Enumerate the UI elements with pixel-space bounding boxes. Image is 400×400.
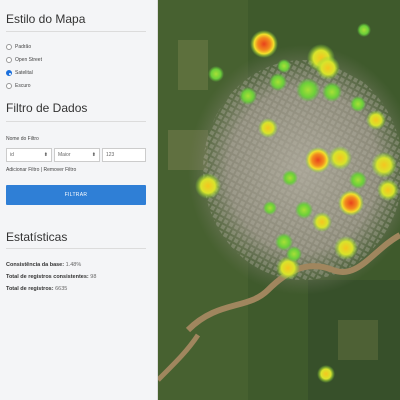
heat-spot: [258, 118, 278, 138]
link-separator: |: [40, 167, 43, 173]
divider: [6, 121, 146, 122]
heat-spot: [349, 171, 367, 189]
map-field-patch: [178, 40, 208, 90]
divider: [6, 31, 146, 32]
heat-spot: [371, 152, 397, 178]
map-style-title: Estilo do Mapa: [6, 12, 86, 26]
add-filter-link[interactable]: Adicionar Filtro: [6, 167, 39, 173]
heat-spot: [316, 56, 340, 80]
heat-spot: [296, 78, 320, 102]
radio-option-satelital[interactable]: Satelital: [6, 70, 33, 76]
divider: [6, 248, 146, 249]
heat-spot: [334, 236, 358, 260]
heat-spot: [269, 73, 287, 91]
field-select-value: id: [10, 152, 14, 158]
heat-spot: [350, 96, 366, 112]
radio-label: Escuro: [15, 83, 31, 89]
stat-value: 6635: [55, 286, 68, 292]
stats-title: Estatísticas: [6, 230, 68, 244]
stat-consistent-records: Total de registros consistentes: 98: [6, 274, 96, 280]
heat-spot: [312, 212, 332, 232]
value-input[interactable]: 123: [102, 148, 146, 162]
heat-spot: [208, 66, 224, 82]
heat-spot: [377, 179, 399, 201]
heat-spot: [282, 170, 298, 186]
radio-option-escuro[interactable]: Escuro: [6, 83, 31, 89]
radio-label: Padrão: [15, 44, 32, 50]
heat-spot: [239, 87, 257, 105]
heat-spot: [357, 23, 371, 37]
heat-spot: [322, 82, 342, 102]
radio-label: Satelital: [15, 70, 33, 76]
heat-spot: [277, 59, 291, 73]
heat-spot: [263, 201, 277, 215]
value-input-text: 123: [106, 152, 115, 158]
radio-label: Open Street: [15, 57, 42, 63]
radio-button[interactable]: [6, 83, 12, 89]
heat-spot: [286, 246, 302, 262]
radio-option-open-street[interactable]: Open Street: [6, 57, 42, 63]
heat-spot: [328, 146, 352, 170]
heat-spot: [295, 201, 313, 219]
remove-filter-link[interactable]: Remover Filtro: [43, 167, 76, 173]
map-field-patch: [338, 320, 378, 360]
stat-consistency: Consistência da base: 1.48%: [6, 262, 81, 268]
operator-select[interactable]: Maior ⬍: [54, 148, 100, 162]
chevron-down-icon: ⬍: [43, 152, 48, 158]
heat-spot: [250, 30, 278, 58]
chevron-down-icon: ⬍: [91, 152, 96, 158]
satellite-heatmap[interactable]: [158, 0, 400, 400]
stat-value: 98: [90, 274, 97, 280]
radio-button[interactable]: [6, 57, 12, 63]
heat-spot: [317, 365, 335, 383]
filter-button[interactable]: FILTRAR: [6, 185, 146, 205]
filter-links: Adicionar Filtro | Remover Filtro: [6, 167, 76, 173]
radio-button[interactable]: [6, 44, 12, 50]
sidebar-panel: Estilo do Mapa Padrão Open Street Sateli…: [0, 0, 158, 400]
map-canvas[interactable]: [158, 0, 400, 400]
heat-spot: [305, 147, 331, 173]
radio-option-padrao[interactable]: Padrão: [6, 44, 31, 50]
filter-name-label: Nome do Filtro: [6, 136, 39, 142]
stat-label: Total de registros consistentes:: [6, 274, 89, 280]
stat-value: 1.48%: [65, 262, 82, 268]
filter-title: Filtro de Dados: [6, 101, 88, 115]
field-select[interactable]: id ⬍: [6, 148, 52, 162]
heat-spot: [366, 110, 386, 130]
heat-spot: [338, 190, 364, 216]
heat-spot: [195, 173, 221, 199]
stat-label: Consistência da base:: [6, 262, 65, 268]
operator-select-value: Maior: [58, 152, 71, 158]
stat-total-records: Total de registros: 6635: [6, 286, 67, 292]
radio-button-selected[interactable]: [6, 70, 12, 76]
stat-label: Total de registros:: [6, 286, 54, 292]
